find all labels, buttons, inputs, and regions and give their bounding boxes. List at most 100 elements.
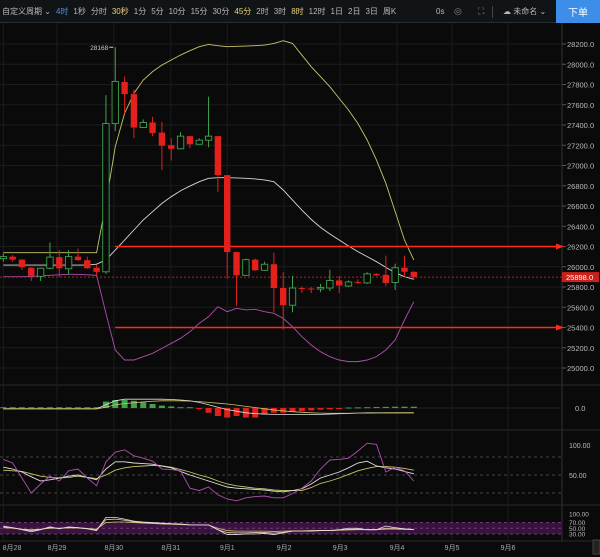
alert-arrow-icon (556, 324, 564, 331)
candle-body (280, 288, 287, 306)
candle-body (224, 175, 231, 253)
date-label: 9月1 (220, 544, 235, 552)
candle-body (121, 81, 128, 95)
period-tab-3[interactable]: 30秒 (112, 6, 129, 17)
candle-body (56, 257, 63, 269)
candle (158, 121, 166, 171)
candle (401, 255, 408, 276)
macd-histogram-bar (382, 406, 389, 408)
candle-body (111, 81, 119, 124)
period-tab-16[interactable]: 3日 (365, 6, 377, 17)
candle-body (288, 287, 297, 306)
period-tab-5[interactable]: 5分 (151, 6, 163, 17)
period-tab-2[interactable]: 分时 (91, 6, 107, 17)
candle (363, 272, 371, 284)
period-tab-13[interactable]: 12时 (309, 6, 326, 17)
period-tab-7[interactable]: 15分 (191, 6, 208, 17)
candle (344, 280, 353, 287)
period-tab-9[interactable]: 45分 (234, 6, 251, 17)
period-tab-10[interactable]: 2时 (256, 6, 268, 17)
candle-body (242, 259, 250, 276)
price-tick-label: 25400.0 (567, 324, 594, 333)
period-tab-12[interactable]: 8时 (291, 6, 303, 17)
candle-body (373, 273, 380, 276)
period-tabs: 4时 1秒 分时 30秒 1分 5分 10分 15分 30分 45分 2时 3时 8时 12时 1日 2日 3日… (51, 6, 396, 17)
candle (204, 96, 213, 148)
candle (176, 132, 185, 150)
candle-body (195, 139, 203, 145)
chevron-down-icon: ⌄ (44, 7, 51, 16)
price-tick-label: 28200.0 (567, 40, 594, 49)
macd-histogram-bar (345, 407, 352, 409)
candle (186, 136, 194, 149)
period-tab-11[interactable]: 3时 (274, 6, 286, 17)
fullscreen-icon[interactable]: ⛶ (478, 0, 484, 23)
candle (326, 269, 334, 292)
candle (214, 136, 222, 192)
countdown-timer: 0s (436, 7, 445, 16)
macd-histogram-bar (65, 407, 72, 409)
macd-histogram-bar (18, 407, 25, 409)
date-label: 9月5 (445, 544, 460, 552)
candle-body (391, 267, 399, 283)
bollinger-middle-line (3, 177, 414, 280)
layout-menu[interactable]: ☁ 未命名 ⌄ (503, 0, 546, 23)
macd-histogram-bar (0, 407, 7, 409)
custom-period-menu[interactable]: 自定义周期 ⌄ (2, 6, 51, 17)
camera-icon[interactable]: ◎ (454, 0, 462, 23)
macd-histogram-bar (373, 407, 380, 409)
macd-histogram-bar (410, 406, 417, 408)
candle-body (410, 271, 418, 278)
period-tab-17[interactable]: 周K (383, 6, 396, 17)
kdj-j-line (3, 442, 415, 502)
price-chart[interactable]: 28200.0 28000.0 27800.0 27600.0 27400.0 27200… (0, 0, 600, 557)
candle-body (168, 145, 175, 149)
candle (195, 138, 203, 145)
period-bar: 自定义周期 ⌄ 4时 1秒 分时 30秒 1分 5分 10分 15分 30分 45分 2时 3时 8时 1… (2, 0, 396, 23)
macd-histogram-bar (392, 406, 399, 408)
macd-histogram-bar (336, 408, 343, 409)
bollinger-upper-line (3, 40, 415, 261)
macd-histogram-bar (149, 404, 156, 408)
candle-body (28, 267, 35, 276)
macd-histogram-bar (354, 407, 361, 409)
macd-histogram-bar (233, 408, 240, 416)
candle (93, 264, 100, 275)
candle-body (260, 263, 269, 271)
candle-body (214, 136, 222, 176)
candle (373, 273, 380, 276)
candle-body (186, 136, 194, 145)
candle (260, 261, 269, 271)
toolbar: 自定义周期 ⌄ 4时 1秒 分时 30秒 1分 5分 10分 15分 30分 45分 2时 3时 8时 1… (0, 0, 556, 23)
date-label: 9月6 (501, 544, 516, 552)
candle (64, 250, 73, 275)
candle-body (298, 288, 306, 290)
period-tab-8[interactable]: 30分 (212, 6, 229, 17)
macd-histogram-bar (46, 407, 53, 409)
macd-zero-label: 0.0 (575, 404, 585, 413)
macd-histogram-bar (196, 408, 203, 409)
period-tab-15[interactable]: 2日 (348, 6, 360, 17)
macd-histogram-bar (252, 408, 259, 418)
price-tick-label: 27000.0 (567, 162, 594, 171)
period-tab-4[interactable]: 1分 (134, 6, 146, 17)
rsi-tick-label: 30.00 (569, 532, 586, 539)
period-tab-6[interactable]: 10分 (169, 6, 186, 17)
candle (233, 251, 240, 306)
period-tab-1[interactable]: 1秒 (73, 6, 85, 17)
candle-body (18, 259, 26, 268)
price-tick-label: 26400.0 (567, 222, 594, 231)
custom-period-label: 自定义周期 (2, 7, 42, 16)
price-tick-label: 27400.0 (567, 121, 594, 130)
price-tick-label: 25600.0 (567, 303, 594, 312)
candle-body (139, 122, 147, 128)
candle (149, 116, 156, 137)
candle (74, 248, 82, 261)
candle-body (149, 122, 156, 134)
period-tab-14[interactable]: 1日 (331, 6, 343, 17)
candle-body (176, 135, 185, 150)
scroll-right-handle[interactable] (592, 539, 600, 555)
period-tab-0[interactable]: 4时 (56, 6, 68, 17)
date-label: 8月30 (105, 544, 124, 552)
candle-body (326, 279, 334, 289)
